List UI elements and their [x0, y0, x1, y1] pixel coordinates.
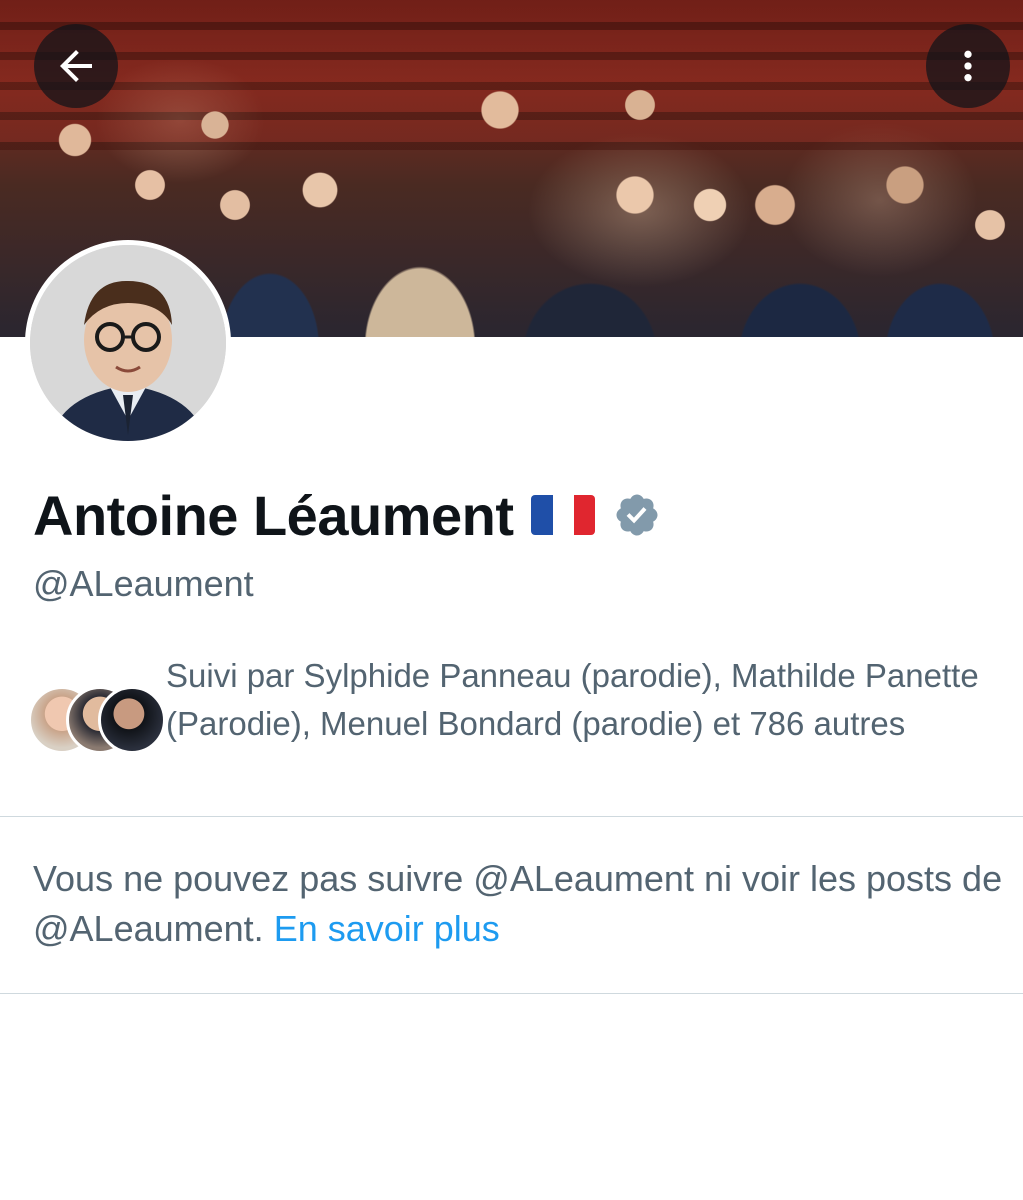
blocked-notice-text: Vous ne pouvez pas suivre @ALeaument ni …	[33, 858, 1003, 949]
blocked-notice: Vous ne pouvez pas suivre @ALeaument ni …	[33, 854, 1008, 954]
verified-badge-icon[interactable]	[613, 491, 661, 539]
followed-by-text: Suivi par Sylphide Panneau (parodie), Ma…	[166, 657, 979, 742]
profile-name: Antoine Léaument	[33, 483, 514, 547]
back-button[interactable]	[34, 24, 118, 108]
profile-name-row: Antoine Léaument	[33, 480, 661, 550]
divider	[0, 816, 1023, 817]
divider	[0, 993, 1023, 994]
more-vertical-icon	[964, 50, 972, 82]
followers-you-know-avatars[interactable]	[28, 686, 166, 756]
learn-more-link[interactable]: En savoir plus	[274, 908, 500, 949]
follower-avatar	[98, 686, 166, 754]
france-flag-icon	[531, 495, 596, 535]
more-options-button[interactable]	[926, 24, 1010, 108]
avatar-portrait	[30, 245, 226, 441]
profile-handle: @ALeaument	[33, 563, 254, 604]
arrow-left-icon	[60, 50, 92, 82]
followed-by-section[interactable]: Suivi par Sylphide Panneau (parodie), Ma…	[28, 652, 1008, 756]
profile-avatar[interactable]	[25, 240, 231, 446]
